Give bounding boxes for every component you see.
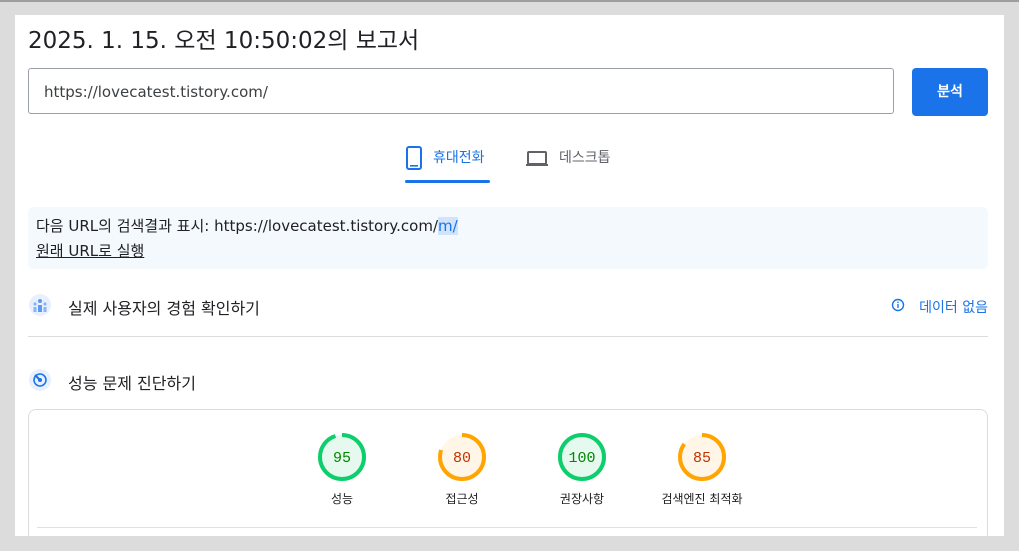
score-label: 검색엔진 최적화 xyxy=(661,492,743,506)
score-gauge-accessibility[interactable]: 80 접근성 xyxy=(402,432,522,507)
info-icon xyxy=(891,298,905,316)
no-data-label: 데이터 없음 xyxy=(919,300,988,316)
mobile-phone-icon xyxy=(405,146,423,170)
crux-title: 실제 사용자의 경험 확인하기 xyxy=(68,299,260,318)
gauge-ring: 100 xyxy=(558,433,606,481)
gauge-ring: 95 xyxy=(318,433,366,481)
diagnostics-title: 성능 문제 진단하기 xyxy=(68,374,196,393)
score-gauge-performance[interactable]: 95 성능 xyxy=(282,432,402,507)
run-original-url-link[interactable]: 원래 URL로 실행 xyxy=(36,240,144,261)
diagnostics-section: 성능 문제 진단하기 xyxy=(28,367,988,397)
notice-text: 다음 URL의 검색결과 표시: https://lovecatest.tist… xyxy=(36,215,458,236)
tab-desktop-label: 데스크톱 xyxy=(559,150,611,166)
notice-prefix: 다음 URL의 검색결과 표시: https://lovecatest.tist… xyxy=(36,217,439,235)
diagnostics-icon xyxy=(28,368,52,396)
score-value: 85 xyxy=(693,450,711,467)
score-value: 95 xyxy=(333,450,351,467)
analyze-button[interactable]: 분석 xyxy=(912,68,988,116)
report-card: 2025. 1. 15. 오전 10:50:02의 보고서 https://lo… xyxy=(15,15,1004,536)
scores-panel: 95 성능 80 접근성 100 권장사항 85 검색엔진 최적화 xyxy=(28,409,988,536)
url-input[interactable]: https://lovecatest.tistory.com/ xyxy=(28,68,894,114)
score-gauge-best-practices[interactable]: 100 권장사항 xyxy=(522,432,642,507)
score-gauge-seo[interactable]: 85 검색엔진 최적화 xyxy=(642,432,762,507)
laptop-icon xyxy=(525,146,549,170)
gauge-ring: 85 xyxy=(678,433,726,481)
report-title: 2025. 1. 15. 오전 10:50:02의 보고서 xyxy=(28,28,420,54)
score-label: 권장사항 xyxy=(559,492,605,506)
notice-highlight: m/ xyxy=(438,217,458,235)
panel-divider xyxy=(37,527,977,528)
section-divider xyxy=(28,336,988,337)
active-tab-indicator xyxy=(405,180,490,183)
gauge-ring: 80 xyxy=(438,433,486,481)
score-label: 성능 xyxy=(330,492,354,506)
crux-section[interactable]: 실제 사용자의 경험 확인하기 데이터 없음 xyxy=(28,292,988,322)
score-value: 100 xyxy=(568,450,595,467)
tab-mobile[interactable]: 휴대전화 xyxy=(405,146,485,181)
users-icon xyxy=(28,293,52,321)
score-label: 접근성 xyxy=(445,492,479,506)
tab-mobile-label: 휴대전화 xyxy=(433,150,485,166)
score-value: 80 xyxy=(453,450,471,467)
browser-top-border xyxy=(0,0,1019,2)
redirect-notice: 다음 URL의 검색결과 표시: https://lovecatest.tist… xyxy=(28,207,988,269)
tab-desktop[interactable]: 데스크톱 xyxy=(525,146,611,181)
no-data-indicator: 데이터 없음 xyxy=(891,297,988,317)
